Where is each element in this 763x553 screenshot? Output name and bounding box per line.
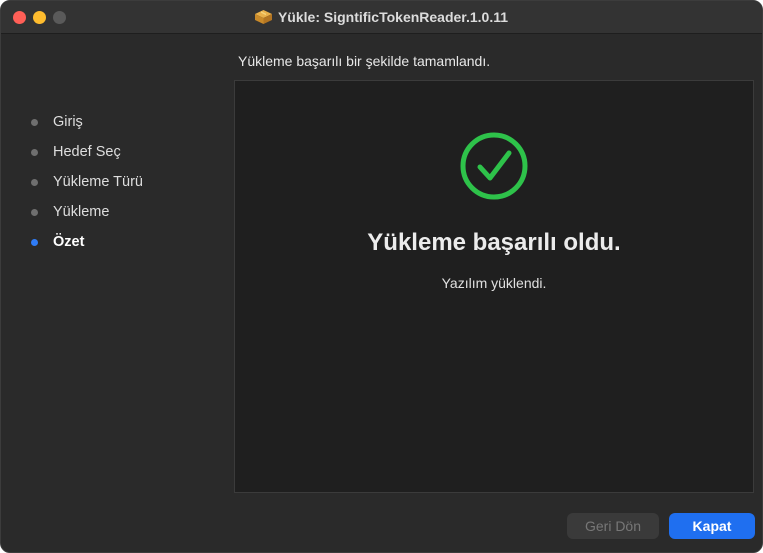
checkmark-circle-icon [460,132,528,200]
title-bar: Yükle: SigntificTokenReader.1.0.11 [1,1,762,34]
step-label: Yükleme [53,204,110,220]
success-title: Yükleme başarılı oldu. [367,229,621,256]
step-label: Hedef Seç [53,144,121,160]
step-dot-icon [31,178,38,186]
sidebar-step-hedef-sec: Hedef Seç [31,137,143,167]
step-label: Giriş [53,114,83,130]
step-dot-active-icon [31,238,38,246]
package-icon [254,10,272,24]
sidebar-step-ozet: Özet [31,227,143,257]
installer-window: Yükle: SigntificTokenReader.1.0.11 Yükle… [0,0,763,553]
step-dot-icon [31,148,38,156]
window-title: Yükle: SigntificTokenReader.1.0.11 [277,9,509,25]
window-title-area: Yükle: SigntificTokenReader.1.0.11 [1,1,762,33]
sidebar-step-yukleme: Yükleme [31,197,143,227]
sidebar-step-giris: Giriş [31,107,143,137]
close-button[interactable]: Kapat [669,513,755,539]
back-button[interactable]: Geri Dön [567,513,659,539]
step-label: Yükleme Türü [53,174,143,190]
step-dot-icon [31,118,38,126]
step-dot-icon [31,208,38,216]
steps-sidebar: Giriş Hedef Seç Yükleme Türü Yükleme Öze… [31,107,143,257]
sidebar-step-yukleme-turu: Yükleme Türü [31,167,143,197]
summary-panel: Yükleme başarılı oldu. Yazılım yüklendi. [234,80,754,493]
success-subtitle: Yazılım yüklendi. [441,275,547,291]
step-label: Özet [53,234,85,250]
status-heading: Yükleme başarılı bir şekilde tamamlandı. [238,53,491,69]
